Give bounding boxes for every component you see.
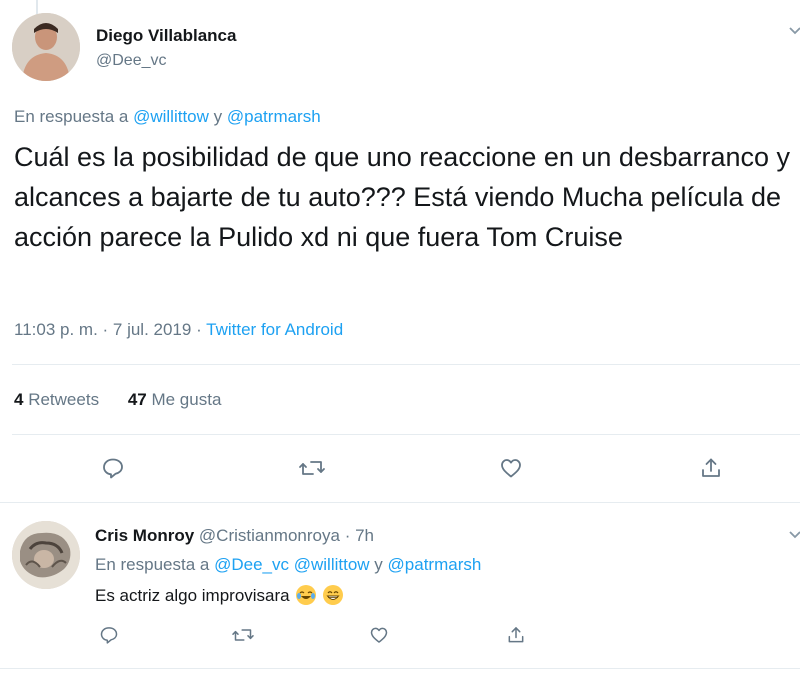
chevron-down-icon[interactable] xyxy=(788,24,800,43)
share-icon[interactable] xyxy=(696,453,726,483)
author-avatar[interactable] xyxy=(12,13,80,81)
like-icon[interactable] xyxy=(366,622,392,648)
divider xyxy=(0,668,800,669)
reply-text: Es actriz algo improvisara xyxy=(95,586,290,605)
mention-willittow[interactable]: @willittow xyxy=(133,107,209,126)
reply-context: En respuesta a @willittow y @patrmarsh xyxy=(14,107,321,127)
reply-author-avatar[interactable] xyxy=(12,521,80,589)
likes-stat[interactable]: 47 Me gusta xyxy=(128,390,222,409)
reply-conjunction: y xyxy=(213,107,223,126)
divider xyxy=(12,364,800,365)
author-handle[interactable]: @Dee_vc xyxy=(96,52,236,70)
tweet-source[interactable]: Twitter for Android xyxy=(206,320,343,339)
likes-label: Me gusta xyxy=(151,390,222,409)
reply-conjunction: y xyxy=(374,555,383,574)
reply-icon[interactable] xyxy=(98,453,128,483)
reply-prefix: En respuesta a xyxy=(14,107,129,126)
like-icon[interactable] xyxy=(496,453,526,483)
chevron-down-icon[interactable] xyxy=(788,528,800,547)
retweets-count: 4 xyxy=(14,390,24,409)
mention-patrmarsh[interactable]: @patrmarsh xyxy=(388,555,482,574)
tweet-stats: 4 Retweets 47 Me gusta xyxy=(14,390,221,410)
retweet-icon[interactable] xyxy=(296,453,328,483)
reply-context: En respuesta a @Dee_vc @willittow y @pat… xyxy=(95,555,481,575)
divider xyxy=(12,434,800,435)
author-name[interactable]: Diego Villablanca xyxy=(96,26,236,46)
share-icon[interactable] xyxy=(503,622,529,648)
mention-dee-vc[interactable]: @Dee_vc xyxy=(214,555,289,574)
reply-time[interactable]: · 7h xyxy=(345,526,374,545)
tweet-timestamp[interactable]: 11:03 p. m. · 7 jul. 2019 · xyxy=(14,320,202,339)
reply-prefix: En respuesta a xyxy=(95,555,210,574)
reply-author-handle[interactable]: @Cristianmonroya xyxy=(199,526,340,545)
reply-header: Cris Monroy @Cristianmonroya · 7h xyxy=(95,526,374,546)
reply-body: Es actriz algo improvisara xyxy=(95,585,344,606)
mention-willittow[interactable]: @willittow xyxy=(294,555,370,574)
mention-patrmarsh[interactable]: @patrmarsh xyxy=(227,107,321,126)
divider xyxy=(0,502,800,503)
thread-line xyxy=(36,0,38,14)
likes-count: 47 xyxy=(127,390,147,409)
retweets-stat[interactable]: 4 Retweets xyxy=(14,390,104,409)
emoji-tears-of-joy xyxy=(296,585,317,605)
retweet-icon[interactable] xyxy=(229,622,257,648)
retweets-label: Retweets xyxy=(28,390,100,409)
reply-author-name[interactable]: Cris Monroy xyxy=(95,526,194,545)
emoji-grin xyxy=(323,585,344,605)
tweet-text: Cuál es la posibilidad de que uno reacci… xyxy=(14,142,791,252)
tweet-meta: 11:03 p. m. · 7 jul. 2019 · Twitter for … xyxy=(14,320,343,340)
reply-icon[interactable] xyxy=(96,622,122,648)
